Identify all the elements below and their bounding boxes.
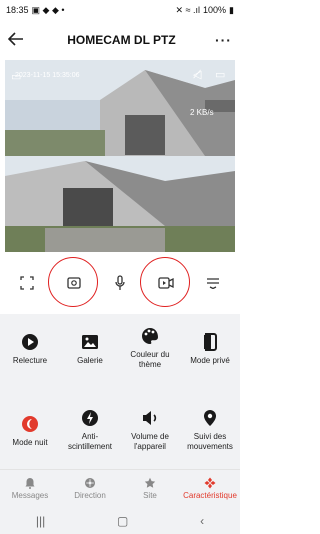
feature-theme-color[interactable]: Couleur du thème — [120, 326, 180, 370]
motion-tracking-icon — [204, 410, 216, 426]
hd-badge-icon: ▭ — [11, 71, 22, 83]
bottom-navigation: Messages Direction Site Caractéristique — [0, 469, 240, 507]
feature-playback[interactable]: Relecture — [0, 332, 60, 366]
feature-device-volume[interactable]: Volume de l'appareil — [120, 408, 180, 452]
page-title: HOMECAM DL PTZ — [67, 33, 176, 47]
feature-label: Mode nuit — [12, 438, 48, 447]
control-toolbar — [0, 252, 240, 314]
signal-icon: ✕ ≈ .ıl — [175, 4, 201, 15]
feature-privacy-mode[interactable]: Mode privé — [180, 332, 240, 366]
app-header: HOMECAM DL PTZ ··· — [0, 20, 240, 60]
battery-text: 100% — [203, 5, 227, 15]
nav-features[interactable]: Caractéristique — [180, 470, 240, 507]
microphone-icon — [115, 275, 125, 290]
palette-icon — [142, 328, 158, 344]
system-navigation-bar: ||| ▢ ‹ — [0, 507, 240, 534]
nav-label: Site — [143, 491, 157, 500]
arrow-left-icon — [7, 31, 23, 46]
anti-flicker-icon — [82, 410, 98, 426]
nav-label: Messages — [11, 491, 49, 500]
features-icon — [204, 477, 216, 489]
notification-icons: ▣ ◆ ◆ • — [31, 4, 65, 15]
feature-motion-tracking[interactable]: Suivi des mouvements — [180, 408, 240, 452]
record-overlay-icon[interactable]: ▭ — [215, 68, 225, 81]
nav-label: Caractéristique — [183, 491, 237, 500]
direction-icon — [85, 478, 95, 488]
feature-label: Suivi des mouvements — [187, 432, 233, 451]
fullscreen-icon — [20, 276, 34, 290]
feature-label: Relecture — [12, 356, 48, 365]
nav-messages[interactable]: Messages — [0, 470, 60, 507]
nav-site[interactable]: Site — [120, 470, 180, 507]
mute-icon[interactable]: ◁̸ — [193, 68, 201, 81]
battery-icon: ▮ — [229, 4, 234, 15]
feature-label: Volume de l'appareil — [131, 432, 169, 451]
bell-icon — [25, 478, 35, 489]
gallery-icon — [82, 335, 98, 349]
playback-icon — [22, 334, 38, 350]
feature-label: Couleur du thème — [130, 350, 170, 369]
live-video-view[interactable]: 2023-11-15 15:35:06 2 KB/s ▭ ◁̸ ▭ — [5, 60, 235, 252]
status-left: 18:35 ▣ ◆ ◆ • — [6, 5, 65, 16]
feature-anti-flicker[interactable]: Anti-scintillement — [60, 408, 120, 452]
feature-night-mode[interactable]: Mode nuit — [0, 414, 60, 448]
feature-label: Galerie — [77, 356, 103, 365]
camera-image-lower — [5, 156, 235, 252]
video-timestamp: 2023-11-15 15:35:06 — [15, 72, 80, 79]
record-video-icon — [158, 277, 175, 289]
screenshot-icon — [66, 277, 81, 289]
video-bitrate: 2 KB/s — [190, 108, 214, 117]
nav-direction[interactable]: Direction — [60, 470, 120, 507]
feature-gallery[interactable]: Galerie — [60, 332, 120, 366]
menu-button[interactable] — [196, 266, 230, 300]
privacy-icon — [204, 333, 217, 351]
screenshot-button[interactable] — [47, 257, 98, 307]
star-icon — [144, 477, 156, 488]
feature-grid: Relecture Galerie Couleur du thème Mode … — [0, 314, 240, 469]
volume-icon — [143, 411, 157, 425]
more-options-button[interactable]: ··· — [215, 32, 232, 48]
home-icon[interactable]: ▢ — [117, 514, 128, 528]
night-mode-icon — [22, 416, 38, 432]
nav-label: Direction — [74, 491, 106, 500]
back-button[interactable] — [7, 30, 28, 51]
back-nav-icon[interactable]: ‹ — [200, 514, 204, 528]
status-time: 18:35 — [6, 5, 29, 15]
record-video-button[interactable] — [140, 257, 191, 307]
fullscreen-button[interactable] — [10, 266, 44, 300]
recent-apps-icon[interactable]: ||| — [36, 514, 45, 528]
status-bar: 18:35 ▣ ◆ ◆ • ✕ ≈ .ıl 100% ▮ — [0, 0, 240, 20]
menu-icon — [206, 278, 219, 289]
microphone-button[interactable] — [103, 266, 137, 300]
feature-label: Mode privé — [190, 356, 230, 365]
feature-label: Anti-scintillement — [67, 432, 112, 451]
status-right: ✕ ≈ .ıl 100% ▮ — [176, 5, 234, 16]
